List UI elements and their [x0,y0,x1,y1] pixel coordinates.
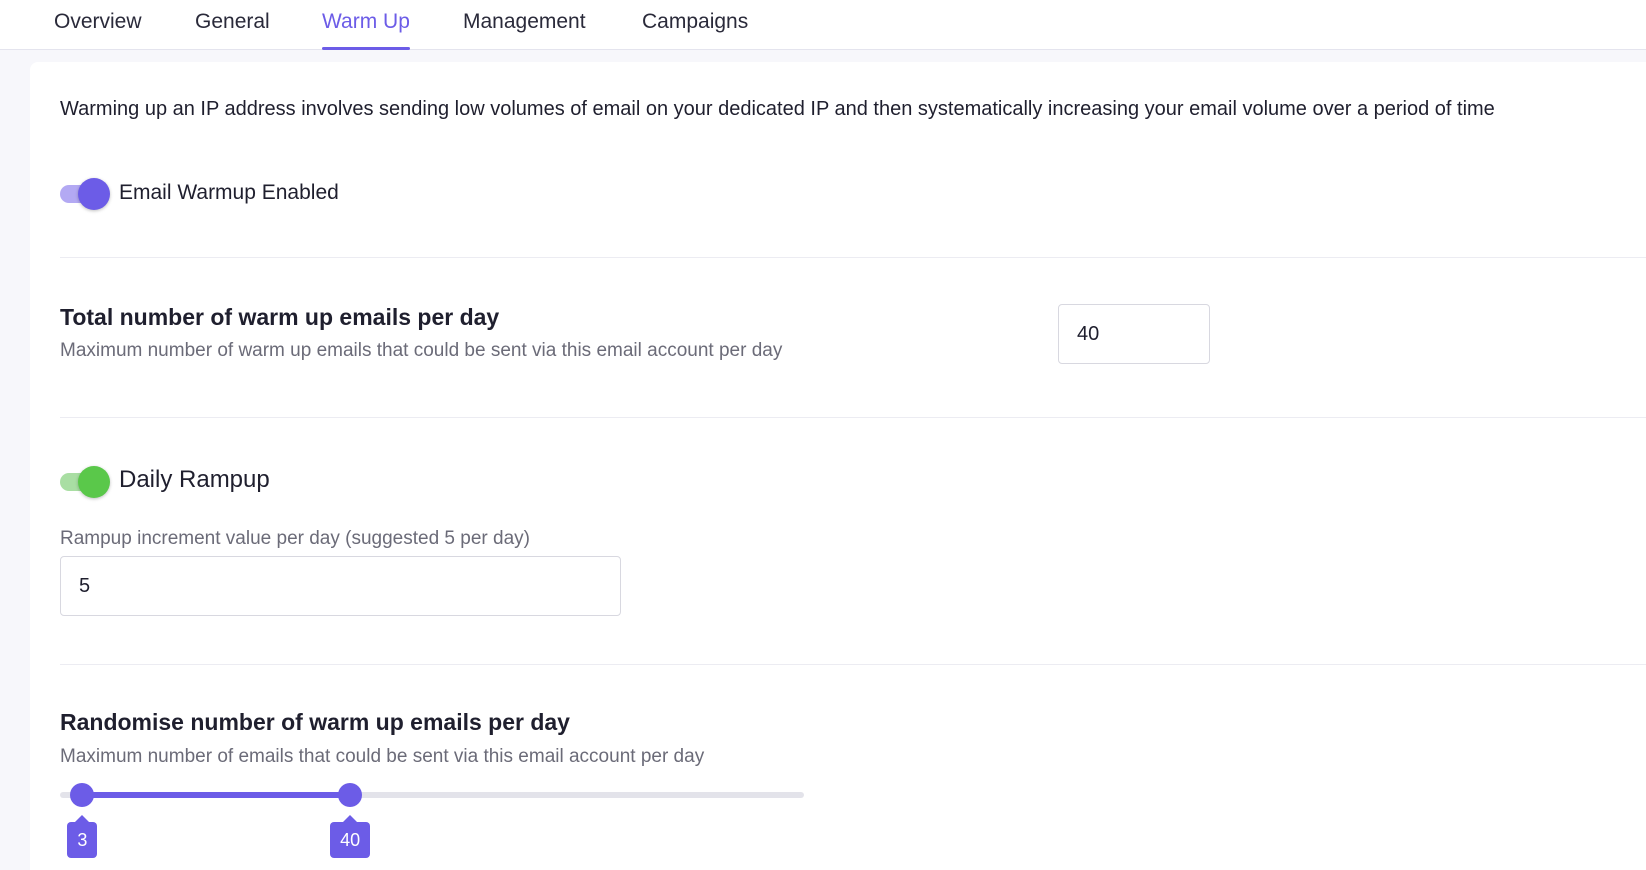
daily-rampup-toggle[interactable] [60,464,110,498]
email-warmup-label: Email Warmup Enabled [119,181,339,204]
tab-overview[interactable]: Overview [54,0,142,50]
randomise-description: Maximum number of emails that could be s… [60,746,705,767]
tab-warm-up[interactable]: Warm Up [322,0,410,50]
total-emails-input[interactable] [1058,304,1210,364]
range-slider-max-handle[interactable] [338,783,363,807]
range-slider-fill [82,792,351,798]
tab-management[interactable]: Management [463,0,586,50]
warmup-settings-panel: Warming up an IP address involves sendin… [30,62,1646,870]
randomise-title: Randomise number of warm up emails per d… [60,709,570,735]
total-emails-description: Maximum number of warm up emails that co… [60,340,783,361]
range-slider-max-value: 40 [330,815,371,858]
toggle-knob [78,178,110,210]
divider [60,417,1646,418]
range-slider-min-value: 3 [67,815,98,858]
rampup-increment-input[interactable] [60,556,621,616]
toggle-knob [78,466,110,498]
intro-text: Warming up an IP address involves sendin… [60,98,1495,120]
tab-general[interactable]: General [195,0,270,50]
range-slider-min-handle[interactable] [70,783,95,807]
rampup-increment-label: Rampup increment value per day (suggeste… [60,528,530,549]
daily-rampup-label: Daily Rampup [119,466,270,493]
total-emails-title: Total number of warm up emails per day [60,304,500,330]
tab-bar: Overview General Warm Up Management Camp… [0,0,1646,50]
divider [60,664,1646,665]
email-warmup-toggle[interactable] [60,176,110,210]
divider [60,257,1646,258]
tab-campaigns[interactable]: Campaigns [642,0,748,50]
